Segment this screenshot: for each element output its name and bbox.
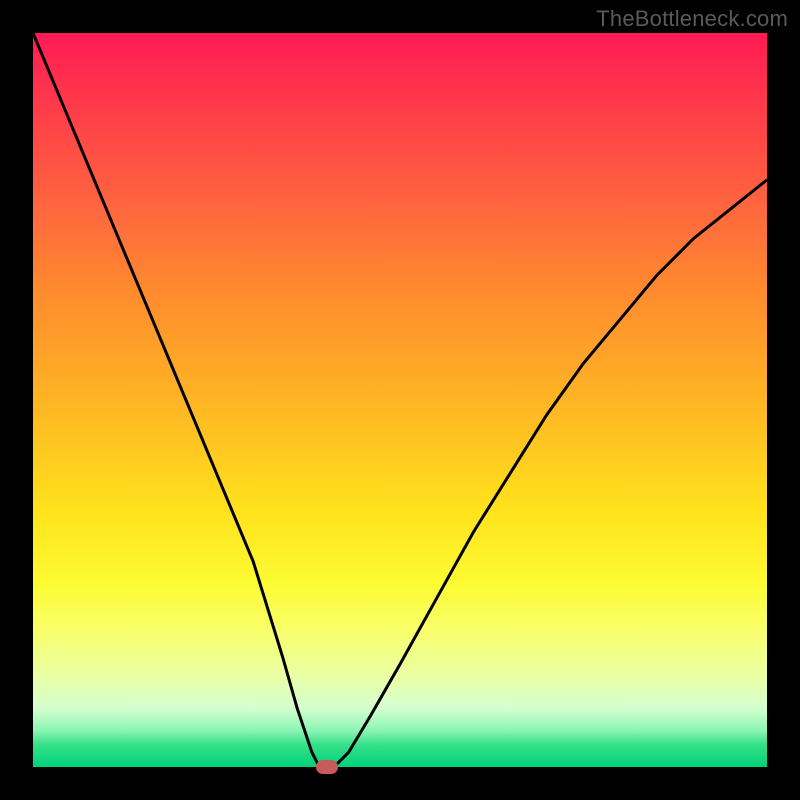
bottleneck-curve-svg [33, 33, 767, 767]
optimal-point-marker [316, 760, 338, 774]
bottleneck-curve-path [33, 33, 767, 767]
watermark-text: TheBottleneck.com [596, 6, 788, 32]
plot-area [33, 33, 767, 767]
chart-frame: TheBottleneck.com [0, 0, 800, 800]
